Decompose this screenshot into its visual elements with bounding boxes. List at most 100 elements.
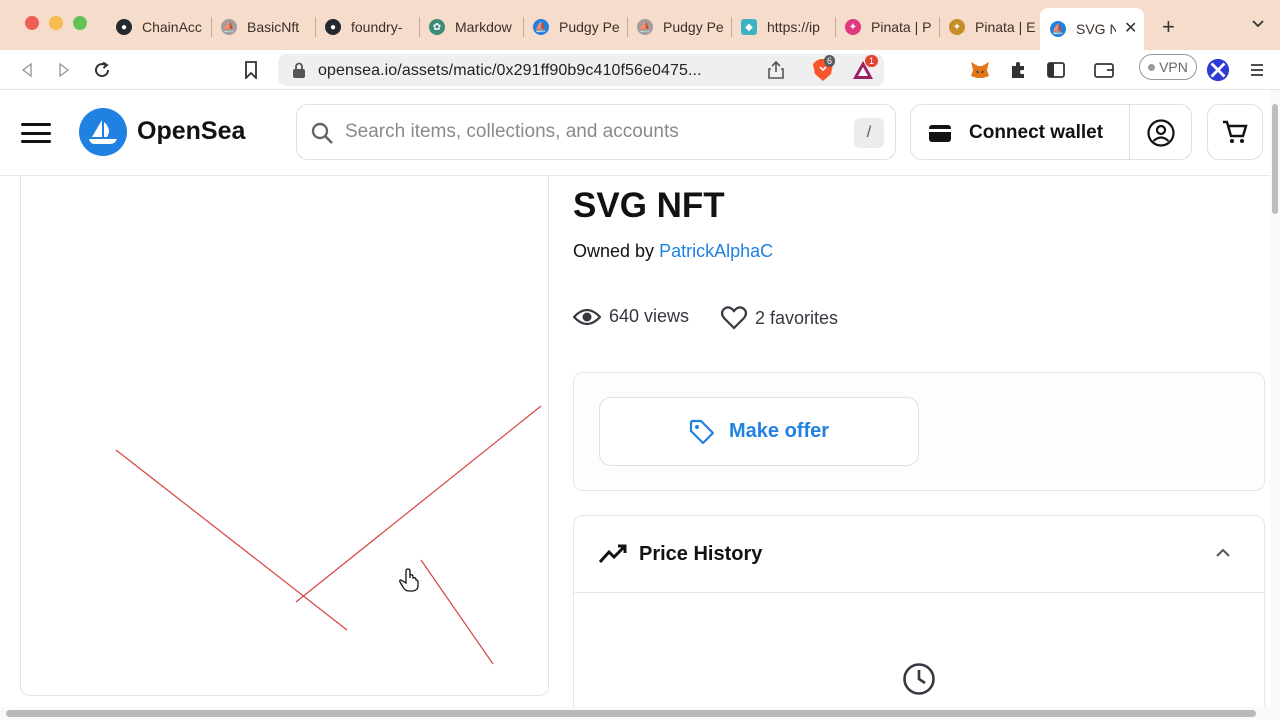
asset-title: SVG NFT — [573, 186, 725, 225]
reload-icon[interactable] — [90, 58, 114, 82]
make-offer-label: Make offer — [728, 420, 830, 442]
scrollbar-thumb[interactable] — [6, 710, 1256, 717]
hamburger-menu-icon[interactable] — [21, 123, 51, 143]
owner-link[interactable]: PatrickAlphaC — [659, 241, 773, 261]
clock-icon — [903, 663, 935, 695]
search-icon — [311, 122, 333, 144]
address-bar[interactable]: opensea.io/assets/matic/0x291ff90b9c410f… — [278, 54, 884, 86]
opensea-icon: ⛵ — [221, 19, 237, 35]
tab-label: Pudgy Pe — [663, 19, 724, 35]
wallet-icon[interactable] — [1092, 58, 1116, 82]
browser-tab[interactable]: ✿ Markdow — [429, 10, 521, 44]
browser-menu-icon[interactable] — [1245, 58, 1269, 82]
share-icon[interactable] — [766, 60, 786, 80]
vpn-button[interactable]: VPN — [1139, 54, 1197, 80]
browser-tab[interactable]: ✦ Pinata | E — [949, 10, 1037, 44]
connect-wallet-button[interactable]: Connect wallet — [969, 122, 1103, 144]
new-tab-icon[interactable]: + — [1162, 14, 1175, 40]
divider — [1129, 105, 1130, 159]
opensea-icon: ⛵ — [1050, 21, 1066, 37]
minimize-window-button[interactable] — [49, 16, 63, 30]
owned-by-label: Owned by — [573, 241, 655, 261]
site-header: OpenSea / Connect wallet — [0, 90, 1270, 176]
tab-divider — [939, 17, 940, 37]
views-stat: 640 views — [573, 306, 689, 327]
pinata-icon: ✦ — [845, 19, 861, 35]
tab-divider — [419, 17, 420, 37]
maximize-window-button[interactable] — [73, 16, 87, 30]
search-box[interactable]: / — [296, 104, 896, 160]
browser-tab[interactable]: ● foundry- — [325, 10, 417, 44]
browser-tab[interactable]: ✦ Pinata | P — [845, 10, 937, 44]
tab-label: Pinata | P — [871, 19, 932, 35]
nft-image[interactable] — [20, 176, 549, 696]
favorites-count: 2 favorites — [755, 307, 839, 328]
profile-avatar-icon[interactable] — [1206, 58, 1230, 82]
pinata-icon: ✦ — [949, 19, 965, 35]
tab-divider — [315, 17, 316, 37]
bookmark-icon[interactable] — [239, 58, 263, 82]
tab-label: https://ip — [767, 19, 820, 35]
extensions-puzzle-icon[interactable] — [1006, 58, 1030, 82]
favorites-stat[interactable]: 2 favorites — [721, 306, 838, 330]
tab-divider — [835, 17, 836, 37]
opensea-icon: ⛵ — [533, 19, 549, 35]
browser-tab[interactable]: ⛵ Pudgy Pe — [637, 10, 729, 44]
opensea-icon: ⛵ — [637, 19, 653, 35]
nft-line — [420, 559, 494, 665]
tab-label: Pudgy Pe — [559, 19, 620, 35]
browser-tab-bar: ● ChainAcc ⛵ BasicNft ● foundry- ✿ Markd… — [0, 0, 1280, 50]
price-history-header[interactable]: Price History — [574, 516, 1264, 593]
tag-icon — [689, 419, 715, 444]
owned-by: Owned by PatrickAlphaC — [573, 241, 773, 262]
cart-button[interactable] — [1207, 104, 1263, 160]
browser-tab[interactable]: ● ChainAcc — [116, 10, 210, 44]
make-offer-button[interactable]: Make offer — [599, 397, 919, 466]
nft-line — [115, 449, 348, 631]
back-icon[interactable] — [15, 58, 39, 82]
metamask-fox-icon[interactable] — [968, 58, 992, 82]
tab-divider — [731, 17, 732, 37]
tab-label: SVG N — [1076, 21, 1116, 37]
tab-label: BasicNft — [247, 19, 300, 35]
opensea-logo-icon[interactable] — [79, 108, 127, 156]
trending-icon — [599, 544, 627, 564]
vpn-status-dot — [1148, 63, 1156, 71]
scrollbar-thumb[interactable] — [1272, 104, 1278, 214]
close-tab-icon[interactable]: ✕ — [1124, 18, 1137, 38]
forward-icon[interactable] — [52, 58, 76, 82]
chatgpt-icon: ✿ — [429, 19, 445, 35]
vertical-scrollbar[interactable] — [1270, 90, 1280, 720]
account-icon[interactable] — [1147, 119, 1175, 147]
brave-shields-count: 6 — [824, 55, 836, 67]
connect-wallet-group: Connect wallet — [910, 104, 1192, 160]
cart-icon — [1223, 120, 1248, 143]
close-window-button[interactable] — [25, 16, 39, 30]
github-icon: ● — [325, 19, 341, 35]
vpn-label: VPN — [1159, 59, 1188, 75]
browser-tab[interactable]: ⛵ BasicNft — [221, 10, 313, 44]
url-text: opensea.io/assets/matic/0x291ff90b9c410f… — [318, 62, 702, 79]
eye-icon — [573, 308, 601, 325]
tab-search-chevron-icon[interactable] — [1252, 18, 1264, 30]
tab-divider — [523, 17, 524, 37]
rewards-count: 1 — [865, 55, 879, 67]
sidebar-toggle-icon[interactable] — [1044, 58, 1068, 82]
tab-label: foundry- — [351, 19, 403, 35]
price-history-panel: Price History — [573, 515, 1265, 720]
github-icon: ● — [116, 19, 132, 35]
heart-icon — [721, 306, 747, 330]
browser-tab[interactable]: ◆ https://ip — [741, 10, 833, 44]
tab-divider — [211, 17, 212, 37]
horizontal-scrollbar[interactable] — [0, 707, 1270, 720]
search-input[interactable] — [345, 119, 835, 145]
brand-name[interactable]: OpenSea — [137, 117, 245, 146]
tab-label: Pinata | E — [975, 19, 1036, 35]
lock-icon — [293, 62, 305, 78]
price-history-title: Price History — [639, 543, 763, 565]
browser-tab[interactable]: ⛵ Pudgy Pe — [533, 10, 625, 44]
tab-label: ChainAcc — [142, 19, 202, 35]
browser-toolbar: opensea.io/assets/matic/0x291ff90b9c410f… — [0, 50, 1280, 90]
cube-icon: ◆ — [741, 19, 757, 35]
chevron-up-icon[interactable] — [1216, 548, 1230, 558]
